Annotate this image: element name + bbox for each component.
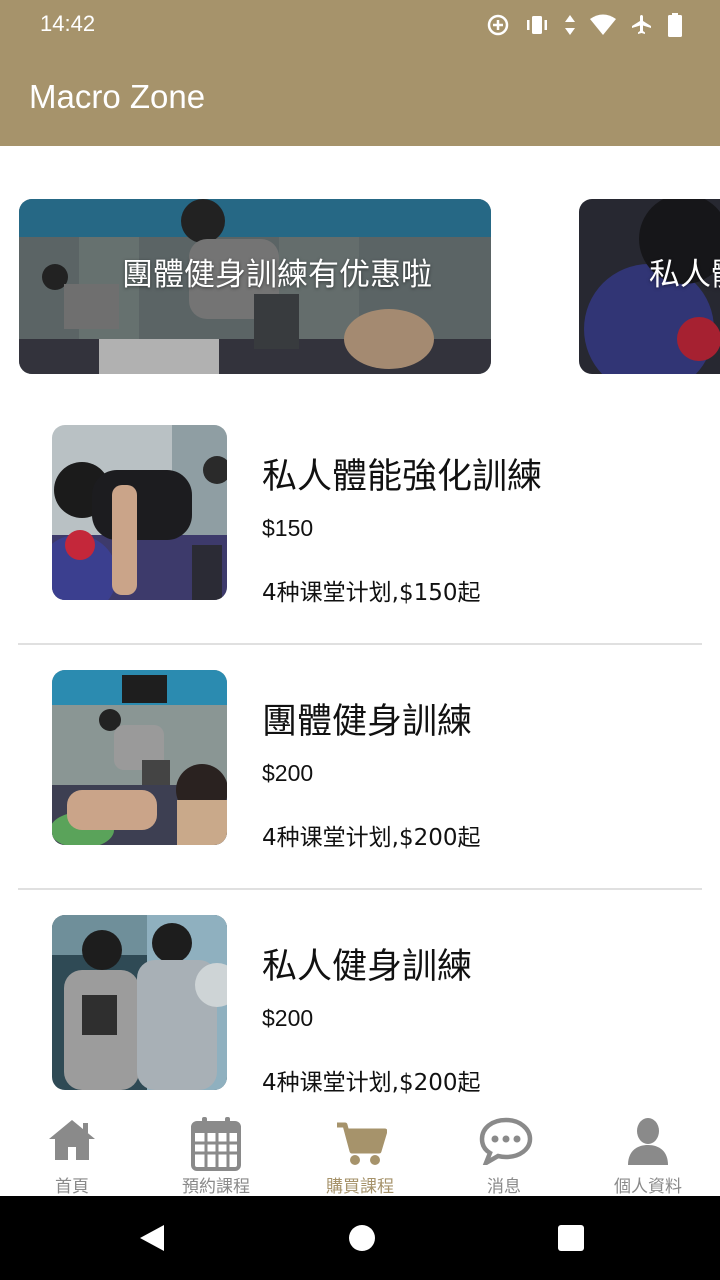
course-price: $200 bbox=[262, 1005, 314, 1031]
course-price: $200 bbox=[262, 760, 314, 786]
nav-label: 購買課程 bbox=[326, 1177, 394, 1197]
nav-label: 消息 bbox=[487, 1177, 521, 1197]
promo-banner[interactable]: 團體健身訓練有优惠啦 bbox=[19, 199, 491, 374]
nav-item-messages[interactable]: 消息 bbox=[432, 1108, 576, 1197]
course-plan: 4种课堂计划,$150起 bbox=[262, 580, 481, 606]
status-bar: 14:42 bbox=[0, 0, 720, 50]
promo-banner[interactable]: 私人體 bbox=[579, 199, 720, 374]
course-list: 私人體能強化訓練 $150 4种课堂计划,$150起 團體健身訓練 $200 4… bbox=[0, 400, 720, 1135]
banner-text: 私人體 bbox=[649, 257, 720, 293]
home-icon bbox=[49, 1120, 95, 1160]
app-title: Macro Zone bbox=[29, 78, 206, 115]
user-icon bbox=[628, 1118, 668, 1165]
bottom-nav: 首頁 預約課程 購買課程 消息 個人資料 bbox=[0, 1108, 720, 1197]
course-name: 私人健身訓練 bbox=[262, 947, 473, 987]
banner-text: 團體健身訓練有优惠啦 bbox=[122, 257, 432, 293]
back-icon[interactable] bbox=[138, 1223, 166, 1253]
status-time: 14:42 bbox=[40, 11, 96, 36]
wifi-icon bbox=[590, 14, 616, 35]
data-arrows-icon bbox=[565, 15, 575, 35]
course-item[interactable]: 團體健身訓練 $200 4种课堂计划,$200起 bbox=[0, 645, 720, 890]
course-item[interactable]: 私人健身訓練 $200 4种课堂计划,$200起 bbox=[0, 890, 720, 1135]
course-plan: 4种课堂计划,$200起 bbox=[262, 1070, 481, 1096]
data-saver-icon bbox=[487, 14, 509, 36]
course-name: 團體健身訓練 bbox=[262, 702, 473, 742]
course-price: $150 bbox=[262, 515, 314, 541]
airplane-icon bbox=[632, 15, 651, 34]
course-name: 私人體能強化訓練 bbox=[262, 457, 543, 497]
cart-icon bbox=[337, 1122, 387, 1165]
course-thumbnail bbox=[52, 915, 227, 1090]
vibrate-icon bbox=[527, 16, 547, 34]
promo-banner-carousel[interactable]: 團體健身訓練有优惠啦 私人體 bbox=[0, 199, 720, 374]
course-thumbnail bbox=[52, 670, 227, 845]
nav-item-home[interactable]: 首頁 bbox=[0, 1108, 144, 1197]
nav-label: 個人資料 bbox=[614, 1177, 682, 1197]
calendar-icon bbox=[191, 1117, 241, 1171]
course-item[interactable]: 私人體能強化訓練 $150 4种课堂计划,$150起 bbox=[0, 400, 720, 645]
nav-label: 首頁 bbox=[55, 1177, 89, 1197]
course-thumbnail bbox=[52, 425, 227, 600]
nav-item-profile[interactable]: 個人資料 bbox=[576, 1108, 720, 1197]
home-circle-icon[interactable] bbox=[348, 1224, 376, 1252]
battery-icon bbox=[668, 13, 682, 37]
nav-label: 預約課程 bbox=[182, 1177, 250, 1197]
recents-icon[interactable] bbox=[558, 1225, 584, 1251]
course-plan: 4种课堂计划,$200起 bbox=[262, 825, 481, 851]
chat-icon bbox=[479, 1117, 533, 1165]
nav-item-purchase[interactable]: 購買課程 bbox=[288, 1108, 432, 1197]
nav-item-booking[interactable]: 預約課程 bbox=[144, 1108, 288, 1197]
system-nav-bar bbox=[0, 1196, 720, 1280]
app-bar: Macro Zone bbox=[0, 50, 720, 146]
status-icons bbox=[486, 10, 682, 40]
